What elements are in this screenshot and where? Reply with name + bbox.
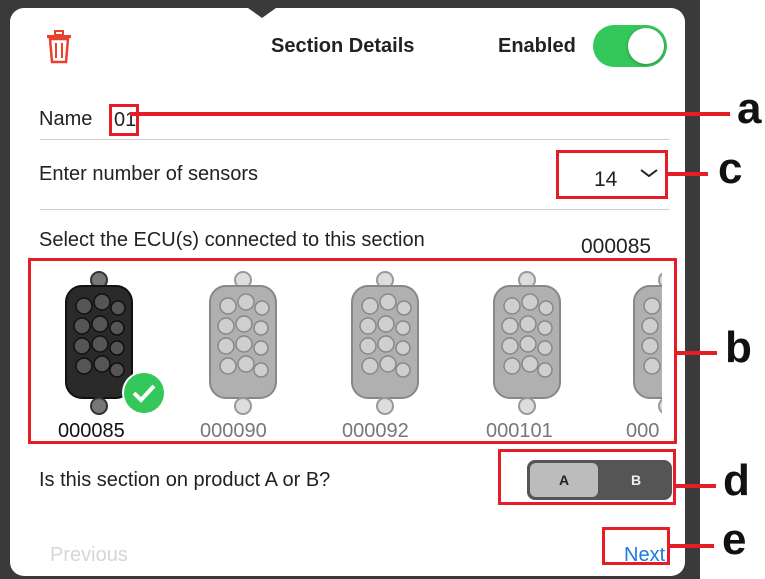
section-details-panel: Section Details Enabled Name 01 Enter nu… bbox=[10, 8, 685, 576]
popover-notch bbox=[248, 8, 276, 18]
callout-line-e bbox=[670, 544, 714, 548]
callout-a: a bbox=[737, 84, 762, 133]
trash-icon[interactable] bbox=[44, 30, 74, 64]
ecu-item-partial[interactable]: 000 bbox=[622, 270, 662, 442]
callout-b: b bbox=[725, 323, 752, 372]
ecu-id-label: 000 bbox=[626, 420, 660, 442]
callout-d: d bbox=[723, 456, 750, 505]
ecu-connector-icon[interactable] bbox=[340, 270, 430, 420]
enabled-label: Enabled bbox=[498, 35, 576, 57]
sensors-value: 14 bbox=[594, 168, 618, 191]
ecu-selected-id: 000085 bbox=[581, 235, 652, 258]
ecu-id-label: 000085 bbox=[58, 420, 125, 442]
previous-button[interactable]: Previous bbox=[50, 544, 128, 567]
chevron-down-icon bbox=[640, 169, 658, 178]
product-option-a[interactable]: A bbox=[530, 463, 598, 497]
callout-line-a bbox=[130, 112, 730, 116]
callout-line-b bbox=[677, 351, 717, 355]
sensors-label: Enter number of sensors bbox=[39, 163, 258, 185]
ecu-label: Select the ECU(s) connected to this sect… bbox=[39, 229, 425, 251]
product-question: Is this section on product A or B? bbox=[39, 469, 331, 491]
product-segmented-control[interactable]: A B bbox=[527, 460, 672, 500]
name-label: Name bbox=[39, 108, 93, 130]
product-option-b[interactable]: B bbox=[602, 463, 670, 497]
name-field[interactable]: 01 bbox=[109, 104, 139, 136]
callout-line-d bbox=[676, 484, 716, 488]
enabled-toggle[interactable] bbox=[593, 25, 667, 67]
callout-c: c bbox=[718, 144, 743, 193]
ecu-id-label: 000101 bbox=[486, 420, 553, 442]
ecu-connector-icon bbox=[633, 272, 662, 414]
callout-e: e bbox=[722, 515, 747, 564]
next-button[interactable]: Next bbox=[624, 544, 665, 567]
divider bbox=[40, 209, 670, 210]
divider bbox=[40, 139, 670, 140]
callout-line-c bbox=[668, 172, 708, 176]
ecu-connector-icon[interactable] bbox=[198, 270, 288, 420]
page-title: Section Details bbox=[271, 35, 415, 57]
ecu-connector-icon[interactable] bbox=[482, 270, 572, 420]
ecu-id-label: 000092 bbox=[342, 420, 409, 442]
toggle-knob bbox=[628, 28, 664, 64]
checkmark-icon bbox=[122, 371, 166, 415]
ecu-id-label: 000090 bbox=[200, 420, 267, 442]
